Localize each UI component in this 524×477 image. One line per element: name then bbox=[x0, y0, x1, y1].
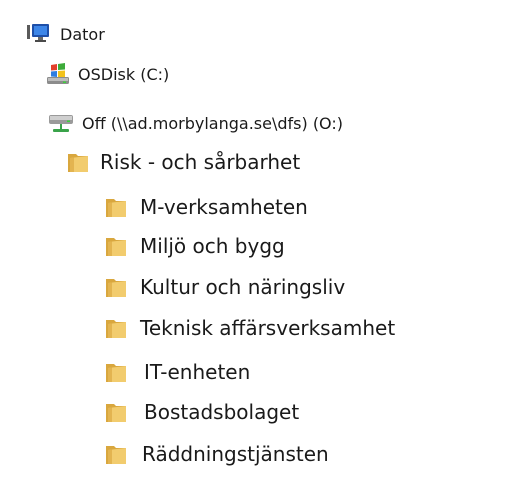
tree-item-label: Risk - och sårbarhet bbox=[100, 150, 301, 174]
tree-item-label: IT-enheten bbox=[144, 360, 251, 384]
tree-item-bostadsbolaget[interactable]: Bostadsbolaget bbox=[104, 394, 299, 430]
tree-item-miljo-och-bygg[interactable]: Miljö och bygg bbox=[104, 228, 285, 264]
folder-tree: Dator OSDisk (C:) Off (\\ad.morbylanga.s… bbox=[0, 0, 524, 477]
folder-icon bbox=[104, 360, 128, 384]
tree-item-label: OSDisk (C:) bbox=[78, 64, 170, 84]
tree-item-kultur-och-naringsliv[interactable]: Kultur och näringsliv bbox=[104, 269, 345, 305]
folder-icon bbox=[104, 316, 128, 340]
tree-item-label: Dator bbox=[60, 24, 105, 44]
windows-drive-icon bbox=[46, 62, 70, 86]
tree-item-raddningstjansten[interactable]: Räddningstjänsten bbox=[104, 436, 329, 472]
tree-item-osdisk[interactable]: OSDisk (C:) bbox=[46, 59, 169, 89]
tree-item-it-enheten[interactable]: IT-enheten bbox=[104, 354, 250, 390]
tree-item-label: Bostadsbolaget bbox=[144, 400, 300, 424]
folder-icon bbox=[104, 275, 128, 299]
tree-item-m-verksamheten[interactable]: M-verksamheten bbox=[104, 189, 308, 225]
tree-item-label: Teknisk affärsverksamhet bbox=[140, 316, 396, 340]
tree-item-off-network-drive[interactable]: Off (\\ad.morbylanga.se\dfs) (O:) bbox=[48, 108, 343, 138]
tree-item-dator[interactable]: Dator bbox=[26, 19, 105, 49]
tree-item-label: Off (\\ad.morbylanga.se\dfs) (O:) bbox=[82, 113, 343, 133]
folder-icon bbox=[104, 195, 128, 219]
folder-icon bbox=[104, 442, 128, 466]
folder-icon bbox=[66, 150, 90, 174]
tree-item-risk-och-sarbarhet[interactable]: Risk - och sårbarhet bbox=[66, 144, 300, 180]
tree-item-teknisk-affarsverksamhet[interactable]: Teknisk affärsverksamhet bbox=[104, 310, 395, 346]
computer-icon bbox=[26, 23, 50, 45]
tree-item-label: Miljö och bygg bbox=[140, 234, 285, 258]
tree-item-label: M-verksamheten bbox=[140, 195, 308, 219]
tree-item-label: Räddningstjänsten bbox=[142, 442, 329, 466]
network-drive-icon bbox=[48, 112, 74, 134]
folder-icon bbox=[104, 234, 128, 258]
tree-item-label: Kultur och näringsliv bbox=[140, 275, 346, 299]
folder-icon bbox=[104, 400, 128, 424]
